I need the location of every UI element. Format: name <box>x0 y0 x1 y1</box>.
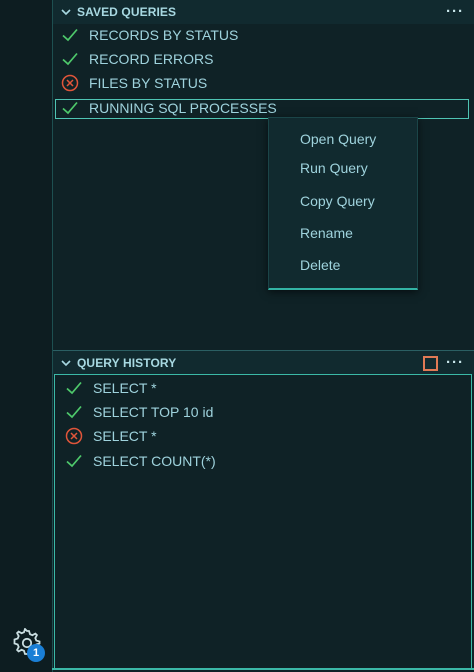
history-label: SELECT COUNT(*) <box>93 453 216 469</box>
saved-query-label: FILES BY STATUS <box>89 75 208 91</box>
saved-query-item[interactable]: RECORD ERRORS <box>61 48 213 70</box>
error-circle-icon <box>61 74 79 92</box>
query-history-list: SELECT * SELECT TOP 10 id SELECT * SELEC… <box>54 374 472 669</box>
saved-query-item-selected[interactable]: RUNNING SQL PROCESSES <box>61 97 277 119</box>
check-icon <box>62 28 78 42</box>
check-icon <box>62 101 78 115</box>
saved-queries-title: SAVED QUERIES <box>77 5 177 19</box>
saved-query-label: RECORD ERRORS <box>89 51 214 67</box>
history-label: SELECT * <box>93 428 157 444</box>
saved-queries-header[interactable]: SAVED QUERIES ··· <box>53 0 474 24</box>
activity-bar: 1 <box>0 0 52 672</box>
collapse-all-icon[interactable] <box>423 356 438 371</box>
panel-bottom-border <box>52 668 474 670</box>
saved-query-item[interactable]: RECORDS BY STATUS <box>61 24 238 46</box>
check-icon <box>66 381 82 395</box>
sidebar: SAVED QUERIES ··· RECORDS BY STATUS RECO… <box>52 0 474 672</box>
history-item[interactable]: SELECT COUNT(*) <box>65 450 216 472</box>
query-history-title: QUERY HISTORY <box>77 356 177 370</box>
history-label: SELECT TOP 10 id <box>93 404 214 420</box>
saved-query-label: RECORDS BY STATUS <box>89 27 239 43</box>
check-icon <box>66 405 82 419</box>
context-menu: Open Query Run Query Copy Query Rename D… <box>268 117 418 290</box>
chevron-down-icon[interactable] <box>59 356 73 370</box>
settings-badge: 1 <box>27 644 45 662</box>
history-label: SELECT * <box>93 380 157 396</box>
saved-query-label: RUNNING SQL PROCESSES <box>89 100 277 116</box>
query-history-header[interactable]: QUERY HISTORY ··· <box>53 350 474 375</box>
more-actions-icon[interactable]: ··· <box>446 3 464 20</box>
history-item[interactable]: SELECT TOP 10 id <box>65 401 213 423</box>
menu-item-copy-query[interactable]: Copy Query <box>300 193 375 209</box>
menu-item-open-query[interactable]: Open Query <box>300 131 376 147</box>
menu-item-rename[interactable]: Rename <box>300 225 353 241</box>
menu-item-delete[interactable]: Delete <box>300 257 340 273</box>
saved-query-item[interactable]: FILES BY STATUS <box>61 72 207 94</box>
menu-item-run-query[interactable]: Run Query <box>300 160 368 176</box>
more-actions-icon[interactable]: ··· <box>446 354 464 371</box>
history-item[interactable]: SELECT * <box>65 377 157 399</box>
check-icon <box>62 52 78 66</box>
check-icon <box>66 454 82 468</box>
history-item[interactable]: SELECT * <box>65 425 157 447</box>
chevron-down-icon[interactable] <box>59 5 73 19</box>
error-circle-icon <box>65 427 83 445</box>
